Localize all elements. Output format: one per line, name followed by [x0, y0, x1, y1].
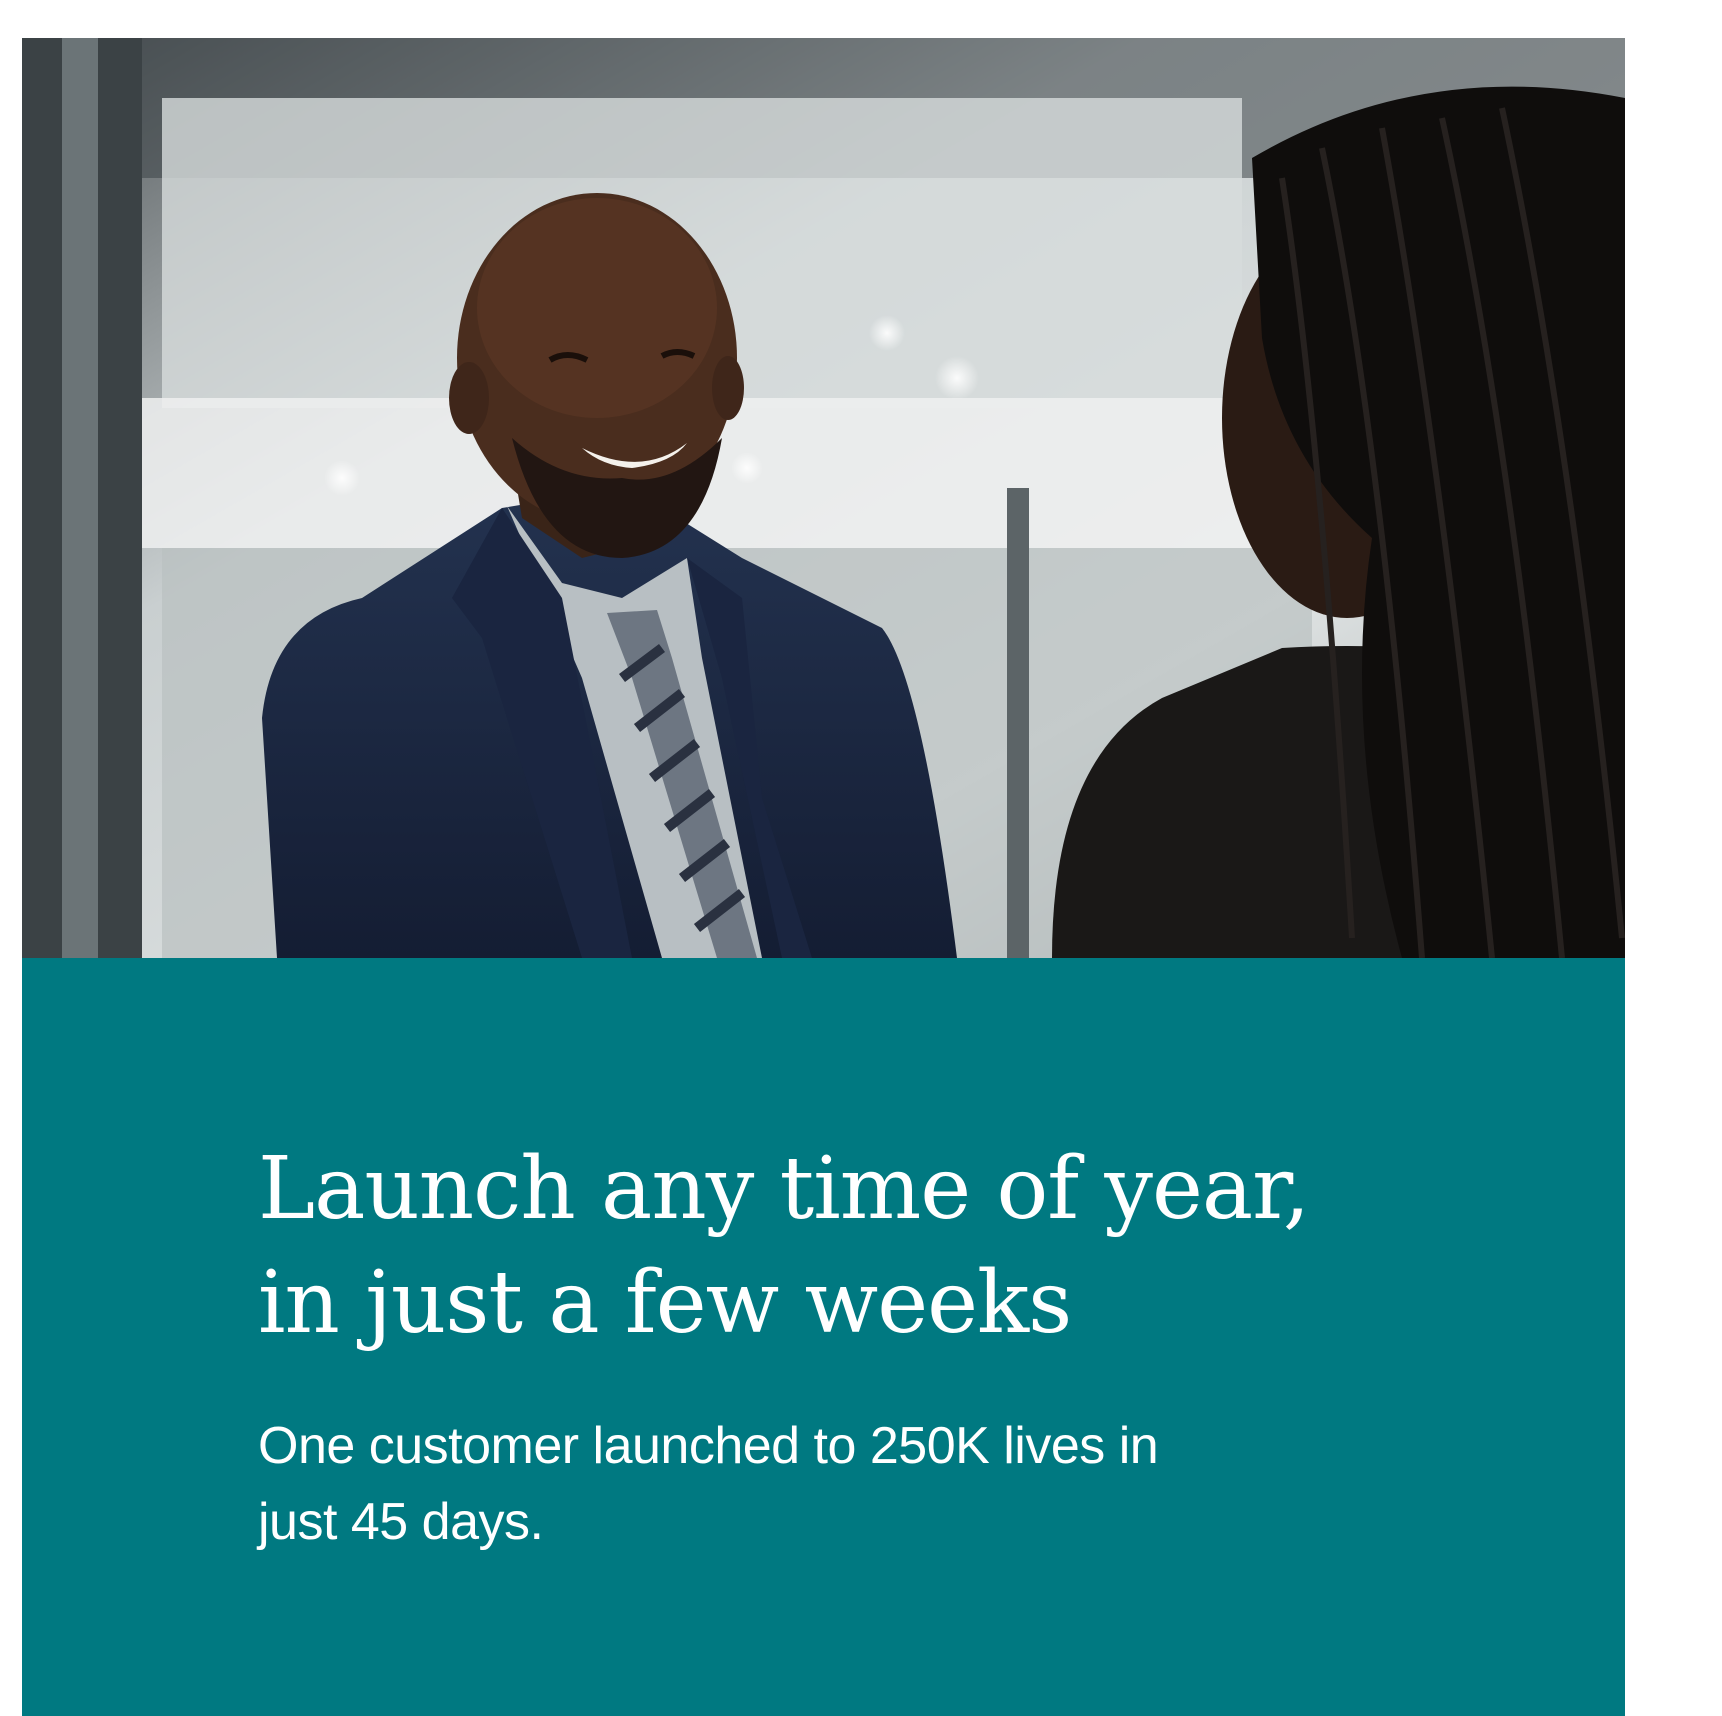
promo-card: Launch any time of year, in just a few w…	[22, 38, 1625, 1716]
subtext-line-1: One customer launched to 250K lives in	[258, 1417, 1159, 1475]
headline: Launch any time of year, in just a few w…	[258, 1132, 1408, 1360]
hero-photo	[22, 38, 1625, 958]
subtext: One customer launched to 250K lives in j…	[258, 1408, 1258, 1560]
subtext-line-2: just 45 days.	[258, 1493, 544, 1551]
headline-line-2: in just a few weeks	[258, 1253, 1072, 1353]
headline-line-1: Launch any time of year,	[258, 1139, 1310, 1239]
business-meeting-image	[22, 38, 1625, 958]
text-panel: Launch any time of year, in just a few w…	[22, 958, 1625, 1716]
